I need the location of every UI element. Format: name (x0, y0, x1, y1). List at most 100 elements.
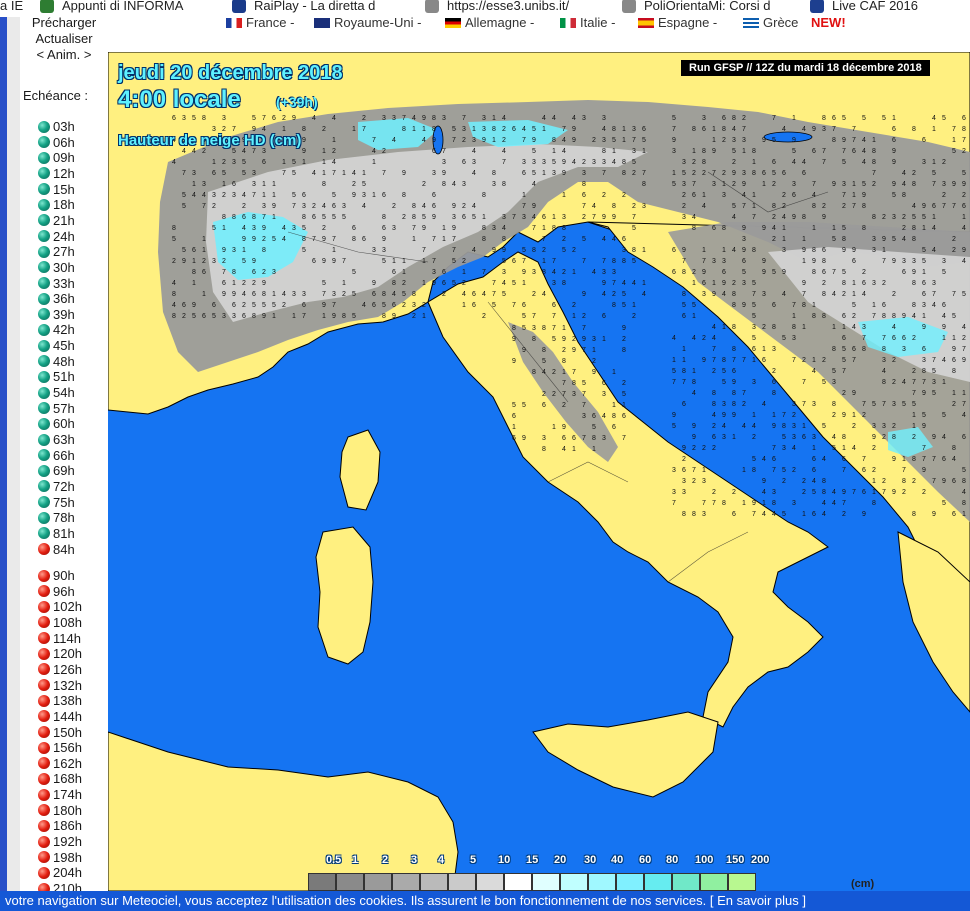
bookmark-item[interactable]: PoliOrientaMi: Corsi d (622, 0, 770, 13)
country-link-germany[interactable]: Allemagne - (445, 15, 534, 30)
bookmark-item[interactable]: Live CAF 2016 (810, 0, 918, 13)
forecast-step-51h[interactable]: 51h (38, 369, 75, 384)
forecast-step-09h[interactable]: 09h (38, 150, 75, 165)
new-badge[interactable]: NEW! (811, 15, 846, 30)
forecast-step-81h[interactable]: 81h (38, 526, 75, 541)
forecast-step-204h[interactable]: 204h (38, 865, 82, 880)
forecast-step-144h[interactable]: 144h (38, 709, 82, 724)
forecast-step-12h[interactable]: 12h (38, 166, 75, 181)
country-link-spain[interactable]: Espagne - (638, 15, 717, 30)
forecast-step-54h[interactable]: 54h (38, 385, 75, 400)
forecast-step-69h[interactable]: 69h (38, 463, 75, 478)
svg-text:6: 6 (722, 269, 726, 276)
forecast-step-63h[interactable]: 63h (38, 432, 75, 447)
forecast-step-156h[interactable]: 156h (38, 740, 82, 755)
svg-text:1: 1 (722, 324, 726, 331)
precharger-link[interactable]: Précharger (20, 15, 108, 31)
forecast-step-24h[interactable]: 24h (38, 229, 75, 244)
country-link-france[interactable]: France - (226, 15, 294, 30)
forecast-step-102h[interactable]: 102h (38, 599, 82, 614)
forecast-step-36h[interactable]: 36h (38, 291, 75, 306)
animation-link[interactable]: < Anim. > (20, 47, 108, 63)
svg-text:9: 9 (272, 203, 276, 210)
forecast-step-42h[interactable]: 42h (38, 322, 75, 337)
svg-text:5: 5 (582, 380, 586, 387)
actualiser-link[interactable]: Actualiser (20, 31, 108, 47)
forecast-step-168h[interactable]: 168h (38, 771, 82, 786)
forecast-step-03h[interactable]: 03h (38, 119, 75, 134)
svg-text:3: 3 (222, 313, 226, 320)
svg-text:5: 5 (752, 456, 756, 463)
svg-text:3: 3 (182, 115, 186, 122)
svg-text:9: 9 (892, 148, 896, 155)
bookmark-item[interactable]: RaiPlay - La diretta d (232, 0, 375, 13)
red-ball-icon (38, 757, 50, 770)
svg-text:3: 3 (902, 258, 906, 265)
forecast-step-57h[interactable]: 57h (38, 401, 75, 416)
country-link-uk[interactable]: Royaume-Uni - (314, 15, 421, 30)
svg-text:8: 8 (732, 291, 736, 298)
forecast-step-39h[interactable]: 39h (38, 307, 75, 322)
svg-text:6: 6 (922, 280, 926, 287)
legend-swatch (700, 873, 728, 891)
forecast-step-192h[interactable]: 192h (38, 834, 82, 849)
country-link-italy[interactable]: Italie - (560, 15, 615, 30)
forecast-step-15h[interactable]: 15h (38, 182, 75, 197)
svg-text:3: 3 (922, 159, 926, 166)
forecast-step-150h[interactable]: 150h (38, 725, 82, 740)
forecast-step-198h[interactable]: 198h (38, 850, 82, 865)
bookmark-item[interactable]: https://esse3.unibs.it/ (425, 0, 569, 13)
forecast-step-126h[interactable]: 126h (38, 662, 82, 677)
forecast-step-174h[interactable]: 174h (38, 787, 82, 802)
legend-label: 20 (554, 854, 567, 866)
forecast-step-label: 66h (53, 447, 75, 463)
forecast-step-27h[interactable]: 27h (38, 244, 75, 259)
svg-text:2: 2 (412, 313, 416, 320)
forecast-step-138h[interactable]: 138h (38, 693, 82, 708)
forecast-step-132h[interactable]: 132h (38, 678, 82, 693)
forecast-step-78h[interactable]: 78h (38, 510, 75, 525)
forecast-step-48h[interactable]: 48h (38, 354, 75, 369)
bookmark-item[interactable]: a IE (0, 0, 23, 13)
forecast-step-06h[interactable]: 06h (38, 135, 75, 150)
forecast-step-33h[interactable]: 33h (38, 276, 75, 291)
svg-text:6: 6 (892, 335, 896, 342)
forecast-step-75h[interactable]: 75h (38, 495, 75, 510)
forecast-step-114h[interactable]: 114h (38, 631, 81, 646)
forecast-step-21h[interactable]: 21h (38, 213, 75, 228)
forecast-step-72h[interactable]: 72h (38, 479, 75, 494)
forecast-step-18h[interactable]: 18h (38, 197, 75, 212)
forecast-step-108h[interactable]: 108h (38, 615, 82, 630)
svg-text:9: 9 (422, 115, 426, 122)
forecast-step-162h[interactable]: 162h (38, 756, 82, 771)
svg-text:1: 1 (892, 115, 896, 122)
svg-text:4: 4 (832, 434, 836, 441)
svg-text:7: 7 (382, 170, 386, 177)
forecast-step-60h[interactable]: 60h (38, 416, 75, 431)
svg-text:2: 2 (732, 280, 736, 287)
svg-text:7: 7 (752, 214, 756, 221)
bookmark-item[interactable]: Appunti di INFORMA (40, 0, 183, 13)
forecast-step-30h[interactable]: 30h (38, 260, 75, 275)
forecast-step-120h[interactable]: 120h (38, 646, 82, 661)
svg-text:7: 7 (922, 456, 926, 463)
forecast-step-84h[interactable]: 84h (38, 542, 75, 557)
svg-text:1: 1 (932, 214, 936, 221)
svg-text:4: 4 (532, 181, 536, 188)
forecast-step-186h[interactable]: 186h (38, 818, 82, 833)
forecast-step-66h[interactable]: 66h (38, 448, 75, 463)
forecast-step-90h[interactable]: 90h (38, 568, 75, 583)
forecast-step-45h[interactable]: 45h (38, 338, 75, 353)
svg-text:1: 1 (402, 258, 406, 265)
svg-text:7: 7 (432, 236, 436, 243)
country-link-greece[interactable]: Grèce (743, 15, 798, 30)
svg-text:6: 6 (802, 170, 806, 177)
svg-text:9: 9 (302, 137, 306, 144)
svg-text:3: 3 (192, 170, 196, 177)
forecast-step-96h[interactable]: 96h (38, 584, 75, 599)
svg-text:5: 5 (402, 291, 406, 298)
svg-text:8: 8 (812, 247, 816, 254)
forecast-step-label: 96h (53, 583, 75, 599)
cookie-banner[interactable]: votre navigation sur Meteociel, vous acc… (0, 891, 970, 911)
forecast-step-180h[interactable]: 180h (38, 803, 82, 818)
